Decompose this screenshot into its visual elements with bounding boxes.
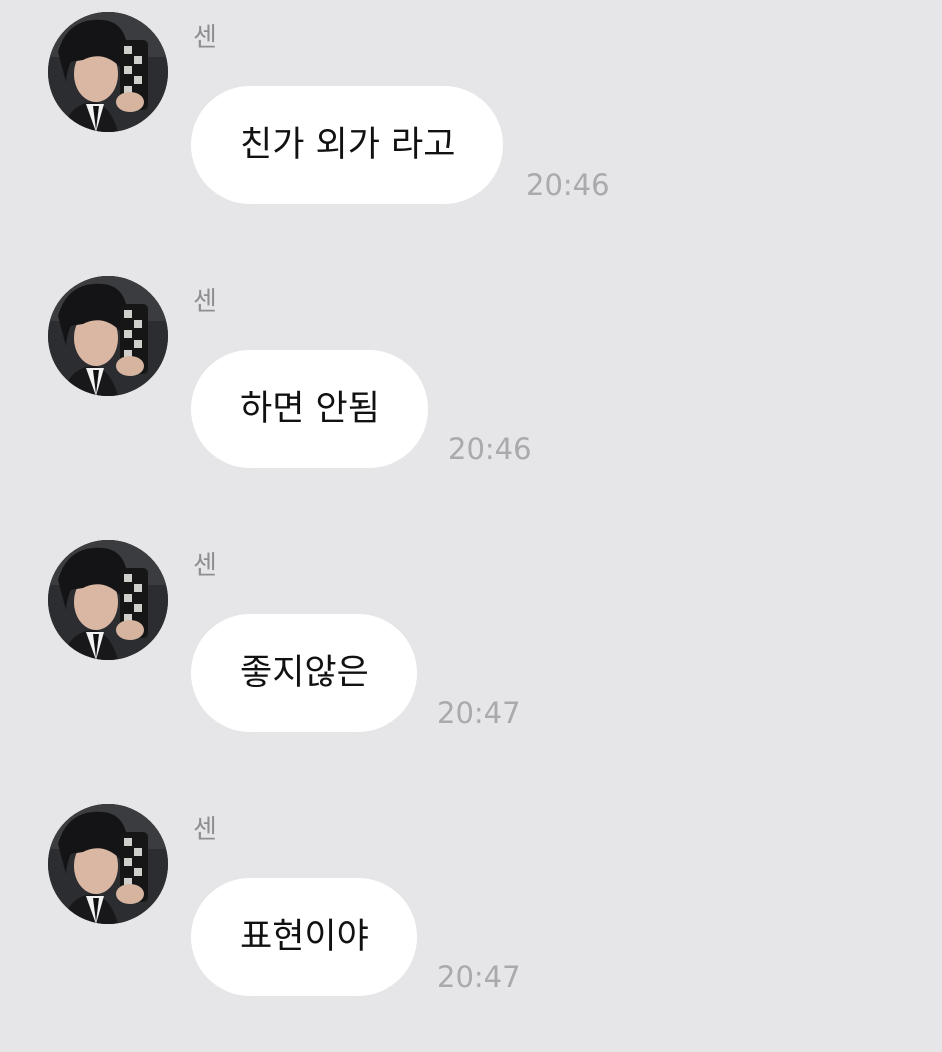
message-timestamp: 20:46 [448,432,532,466]
message-bubble[interactable]: 친가 외가 라고 [191,86,504,204]
message-text: 친가 외가 라고 [240,125,456,165]
avatar[interactable] [48,276,168,396]
message-timestamp: 20:47 [437,960,521,994]
chat-message-list: 센 친가 외가 라고 20:46 센 하면 안됨 20:46 센 좋지않은 20… [0,0,942,1052]
sender-name: 센 [193,551,217,581]
message-text: 하면 안됨 [240,389,380,429]
message-text: 좋지않은 [240,653,369,693]
message-bubble[interactable]: 좋지않은 [191,614,417,732]
profile-photo-icon [48,276,168,396]
chat-message: 센 하면 안됨 20:46 [0,264,942,474]
sender-name: 센 [193,287,217,317]
profile-photo-icon [48,804,168,924]
profile-photo-icon [48,540,168,660]
message-text: 표현이야 [240,917,369,957]
message-bubble[interactable]: 하면 안됨 [191,350,428,468]
chat-message: 센 표현이야 20:47 [0,792,942,1002]
profile-photo-icon [48,12,168,132]
message-timestamp: 20:46 [526,168,610,202]
sender-name: 센 [193,815,217,845]
avatar[interactable] [48,804,168,924]
sender-name: 센 [193,23,217,53]
avatar[interactable] [48,12,168,132]
chat-message: 센 좋지않은 20:47 [0,528,942,738]
chat-message: 센 친가 외가 라고 20:46 [0,0,942,210]
message-bubble[interactable]: 표현이야 [191,878,417,996]
avatar[interactable] [48,540,168,660]
message-timestamp: 20:47 [437,696,521,730]
